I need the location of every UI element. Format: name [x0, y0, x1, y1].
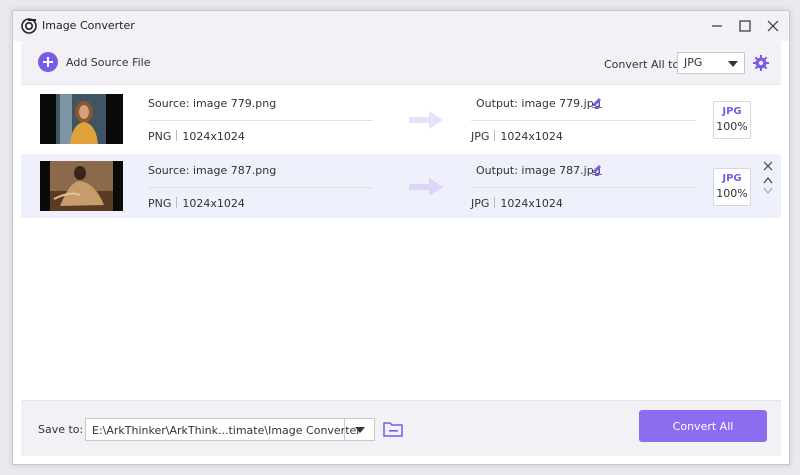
- output-meta: JPG 1024x1024: [471, 197, 563, 210]
- save-path-field[interactable]: E:\ArkThinker\ArkThink...timate\Image Co…: [85, 418, 375, 441]
- output-format: JPG: [471, 197, 490, 210]
- photo-dancer-thumbnail: [40, 161, 123, 211]
- target-format: JPG: [722, 173, 742, 184]
- output-filename: Output: image 779.jpg: [476, 97, 601, 110]
- convert-all-to-label: Convert All to:: [604, 58, 683, 71]
- source-size: 1024x1024: [182, 197, 245, 210]
- image-thumbnail: [40, 161, 123, 211]
- close-button[interactable]: [763, 16, 783, 36]
- photo-woman-thumbnail: [40, 94, 123, 144]
- chevron-down-icon: [728, 61, 738, 67]
- title-bar: Image Converter: [13, 11, 789, 41]
- source-meta: PNG 1024x1024: [148, 130, 245, 143]
- output-filename: Output: image 787.jpg: [476, 164, 601, 177]
- maximize-button[interactable]: [735, 16, 755, 36]
- divider: [176, 130, 178, 141]
- plus-icon: [38, 52, 58, 72]
- source-size: 1024x1024: [182, 130, 245, 143]
- add-source-file-button[interactable]: Add Source File: [38, 52, 150, 72]
- divider: [471, 187, 696, 188]
- close-icon: [767, 20, 779, 32]
- source-meta: PNG 1024x1024: [148, 197, 245, 210]
- chevron-down-icon: [763, 187, 773, 194]
- source-filename: Source: image 779.png: [148, 97, 277, 110]
- divider: [148, 120, 373, 121]
- divider: [471, 120, 696, 121]
- output-meta: JPG 1024x1024: [471, 130, 563, 143]
- arrow-right-icon: [409, 178, 443, 196]
- image-thumbnail: [40, 94, 123, 144]
- divider: [494, 197, 496, 208]
- pencil-icon[interactable]: [591, 163, 603, 175]
- save-path-dropdown[interactable]: [344, 419, 374, 440]
- file-row[interactable]: Source: image 779.png PNG 1024x1024 Outpu…: [21, 87, 781, 151]
- quality-value: 100%: [716, 187, 748, 200]
- arrow-right-icon: [409, 111, 443, 129]
- pencil-icon[interactable]: [591, 96, 603, 108]
- app-window: Image Converter Add Source File Convert …: [12, 10, 790, 465]
- file-row[interactable]: Source: image 787.png PNG 1024x1024 Outpu…: [21, 154, 781, 218]
- save-path-value: E:\ArkThinker\ArkThink...timate\Image Co…: [92, 424, 361, 437]
- gear-icon[interactable]: [753, 55, 769, 71]
- divider: [148, 187, 373, 188]
- convert-all-format-value: JPG: [684, 56, 703, 69]
- source-filename: Source: image 787.png: [148, 164, 277, 177]
- target-format: JPG: [722, 106, 742, 117]
- output-format-settings-button[interactable]: JPG 100%: [713, 168, 751, 206]
- chevron-up-icon: [763, 177, 773, 184]
- minimize-icon: [712, 25, 722, 27]
- maximize-icon: [739, 20, 751, 32]
- convert-all-format-select[interactable]: JPG: [677, 52, 745, 74]
- move-down-button[interactable]: [761, 185, 775, 197]
- toolbar: Add Source File Convert All to: JPG: [21, 41, 781, 85]
- divider: [176, 197, 178, 208]
- window-title: Image Converter: [42, 19, 135, 32]
- close-icon: [763, 161, 773, 171]
- file-list: Source: image 779.png PNG 1024x1024 Outpu…: [21, 85, 781, 400]
- source-format: PNG: [148, 197, 172, 210]
- remove-file-button[interactable]: [761, 160, 775, 172]
- output-size: 1024x1024: [500, 197, 563, 210]
- output-format-settings-button[interactable]: JPG 100%: [713, 101, 751, 139]
- folder-icon[interactable]: [383, 420, 403, 438]
- add-source-file-label: Add Source File: [66, 55, 151, 69]
- output-format: JPG: [471, 130, 490, 143]
- source-format: PNG: [148, 130, 172, 143]
- minimize-button[interactable]: [707, 16, 727, 36]
- divider: [494, 130, 496, 141]
- output-size: 1024x1024: [500, 130, 563, 143]
- quality-value: 100%: [716, 120, 748, 133]
- save-to-label: Save to:: [38, 423, 84, 436]
- convert-all-button[interactable]: Convert All: [639, 410, 767, 442]
- app-logo-icon: [21, 18, 37, 34]
- chevron-down-icon: [355, 427, 365, 433]
- bottom-bar: Save to: E:\ArkThinker\ArkThink...timate…: [21, 400, 781, 456]
